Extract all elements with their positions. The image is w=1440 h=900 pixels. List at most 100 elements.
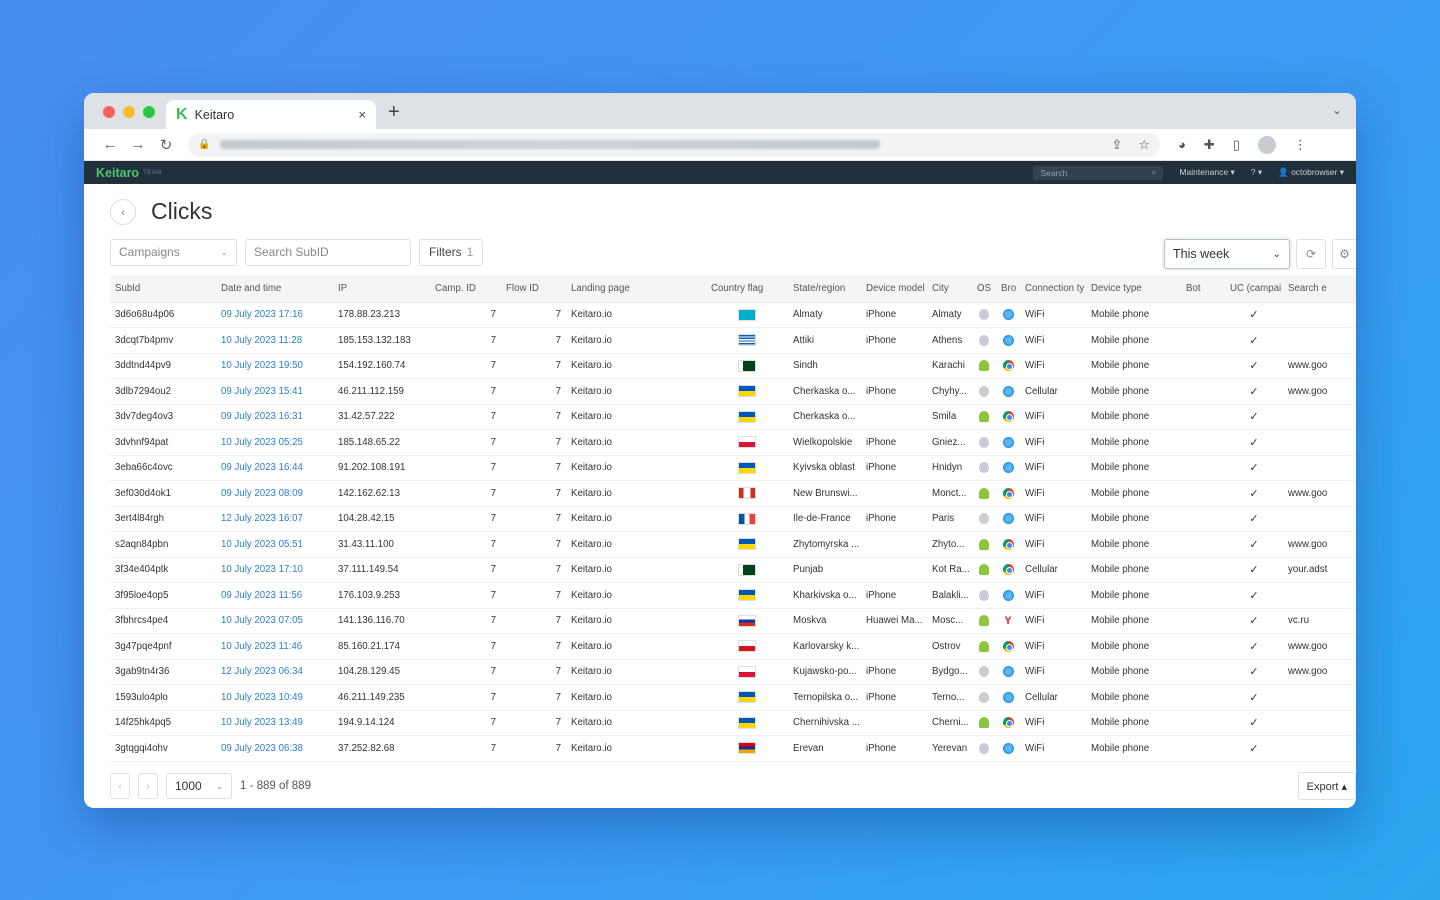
date-link[interactable]: 10 July 2023 07:05 — [216, 608, 333, 634]
back-arrow-icon[interactable]: ← — [96, 136, 124, 153]
page-size-select[interactable]: 1000 ⌄ — [166, 773, 232, 799]
column-header[interactable]: IP — [333, 275, 430, 303]
maximize-window-button[interactable] — [143, 106, 155, 118]
date-link[interactable]: 10 July 2023 10:49 — [216, 684, 333, 711]
kebab-menu-icon[interactable]: ⋮ — [1294, 137, 1307, 153]
column-header[interactable]: UC (campai — [1225, 275, 1283, 303]
column-header[interactable]: OS — [972, 275, 996, 303]
campaigns-select[interactable]: Campaigns ⌄ — [110, 238, 237, 266]
close-tab-icon[interactable]: × — [358, 107, 366, 122]
table-row[interactable]: 3ddtnd44pv9 10 July 2023 19:50 154.192.160… — [110, 353, 1356, 379]
period-select[interactable]: This week ⌄ — [1164, 239, 1290, 269]
date-link[interactable]: 10 July 2023 05:51 — [216, 531, 333, 558]
user-menu[interactable]: 👤 octobrowser ▾ — [1278, 167, 1344, 178]
column-header[interactable]: Search e — [1283, 275, 1356, 303]
table-row[interactable]: 1593ulo4plo 10 July 2023 10:49 46.211.149.… — [110, 684, 1356, 711]
date-link[interactable]: 10 July 2023 19:50 — [216, 353, 333, 379]
browser-tab[interactable]: K Keitaro × — [166, 100, 376, 129]
date-link[interactable]: 09 July 2023 11:56 — [216, 582, 333, 609]
date-link[interactable]: 09 July 2023 06:38 — [216, 735, 333, 762]
date-link[interactable]: 09 July 2023 17:16 — [216, 302, 333, 328]
column-header[interactable]: Device type — [1086, 275, 1181, 303]
back-button[interactable]: ‹ — [110, 198, 136, 225]
sidepanel-icon[interactable]: ▯ — [1233, 137, 1240, 153]
uc-cell: ✓ — [1225, 353, 1283, 379]
export-button[interactable]: Export ▴ — [1297, 772, 1356, 800]
column-header[interactable]: Flow ID — [501, 275, 566, 303]
table-row[interactable]: 3g47pqe4pnf 10 July 2023 11:46 85.160.21.1… — [110, 633, 1356, 660]
table-row[interactable]: 3gab9tn4r36 12 July 2023 06:34 104.28.129.… — [110, 659, 1356, 685]
device-type-cell: Mobile phone — [1086, 302, 1181, 328]
filters-button[interactable]: Filters 1 — [419, 238, 484, 266]
puzzle-icon[interactable]: ✚ — [1204, 137, 1215, 153]
table-header-row: SubId Date and time IP Camp. ID Flow ID Landi… — [110, 275, 1356, 303]
table-row[interactable]: 3dlb7294ou2 09 July 2023 15:41 46.211.112.… — [110, 378, 1356, 405]
profile-avatar-icon[interactable] — [1257, 135, 1276, 154]
brand-logo[interactable]: Keitaro — [96, 166, 139, 180]
date-link[interactable]: 10 July 2023 11:46 — [216, 633, 333, 660]
column-header[interactable]: Connection ty — [1020, 275, 1086, 303]
date-link[interactable]: 10 July 2023 11:28 — [216, 327, 333, 354]
subid-cell: 3ddtnd44pv9 — [110, 353, 216, 379]
date-link[interactable]: 09 July 2023 15:41 — [216, 378, 333, 405]
help-menu[interactable]: ? ▾ — [1251, 167, 1262, 178]
flag-ua-icon — [738, 538, 756, 551]
column-header[interactable]: Date and time — [216, 275, 333, 303]
table-row[interactable]: 3d6o68u4p06 09 July 2023 17:16 178.88.23.2… — [110, 302, 1356, 328]
table-row[interactable]: 3gtqgqi4ohv 09 July 2023 06:38 37.252.82.6… — [110, 735, 1356, 762]
share-icon[interactable]: ⇪ — [1111, 137, 1122, 153]
date-link[interactable]: 10 July 2023 17:10 — [216, 557, 333, 583]
table-row[interactable]: 3f34e404ptk 10 July 2023 17:10 37.111.149.… — [110, 557, 1356, 583]
address-bar[interactable]: 🔒 ⇪ ☆ — [188, 132, 1160, 157]
date-link[interactable]: 09 July 2023 16:44 — [216, 455, 333, 481]
table-row[interactable]: 3f95loe4op5 09 July 2023 11:56 176.103.9.2… — [110, 582, 1356, 609]
maintenance-menu[interactable]: Maintenance ▾ — [1179, 167, 1234, 178]
table-row[interactable]: 3ert4l84rgh 12 July 2023 16:07 104.28.42.1… — [110, 506, 1356, 532]
country-flag-cell — [706, 659, 788, 685]
column-header[interactable]: Country flag — [706, 275, 788, 303]
date-link[interactable]: 12 July 2023 06:34 — [216, 659, 333, 685]
bot-cell — [1181, 429, 1225, 456]
column-header[interactable]: Landing page — [566, 275, 706, 303]
table-row[interactable]: 14f25hk4pq5 10 July 2023 13:49 194.9.14.12… — [110, 710, 1356, 736]
column-header[interactable]: Device model — [861, 275, 927, 303]
chevron-right-icon: › — [146, 780, 150, 792]
column-header[interactable]: Bot — [1181, 275, 1225, 303]
close-window-button[interactable] — [103, 106, 115, 118]
header-search-input[interactable]: Search ⌕ — [1033, 165, 1164, 180]
table-row[interactable]: 3dvhnf94pat 10 July 2023 05:25 185.148.65.… — [110, 429, 1356, 456]
table-row[interactable]: s2aqn84pbn 10 July 2023 05:51 31.43.11.100… — [110, 531, 1356, 558]
table-row[interactable]: 3eba66c4ovc 09 July 2023 16:44 91.202.108.… — [110, 455, 1356, 481]
column-header[interactable]: Camp. ID — [430, 275, 501, 303]
bookmark-star-icon[interactable]: ☆ — [1138, 137, 1150, 153]
settings-button[interactable]: ⚙ — [1332, 239, 1356, 269]
table-row[interactable]: 3fbhrcs4pe4 10 July 2023 07:05 141.136.116… — [110, 608, 1356, 634]
refresh-button[interactable]: ⟳ — [1296, 239, 1326, 269]
date-link[interactable]: 09 July 2023 16:31 — [216, 404, 333, 430]
table-row[interactable]: 3dv7deg4ov3 09 July 2023 16:31 31.42.57.22… — [110, 404, 1356, 430]
search-subid-input[interactable]: Search SubID — [245, 238, 411, 266]
browser-cell — [996, 455, 1020, 481]
os-cell — [972, 327, 996, 354]
reload-icon[interactable]: ↻ — [152, 136, 180, 154]
date-link[interactable]: 12 July 2023 16:07 — [216, 506, 333, 532]
prev-page-button[interactable]: ‹ — [110, 773, 130, 799]
tab-search-chevron-icon[interactable]: ⌄ — [1332, 103, 1342, 117]
date-link[interactable]: 10 July 2023 05:25 — [216, 429, 333, 456]
column-header[interactable]: State/region — [788, 275, 861, 303]
date-link[interactable]: 09 July 2023 08:09 — [216, 480, 333, 507]
column-header[interactable]: Bro — [996, 275, 1020, 303]
table-row[interactable]: 3dcqt7b4pmv 10 July 2023 11:28 185.153.132… — [110, 327, 1356, 354]
extension-icon[interactable]: ◕ — [1178, 137, 1186, 152]
connection-cell: WiFi — [1020, 531, 1086, 558]
date-link[interactable]: 10 July 2023 13:49 — [216, 710, 333, 736]
forward-arrow-icon[interactable]: → — [124, 136, 152, 153]
column-header[interactable]: City — [927, 275, 972, 303]
minimize-window-button[interactable] — [123, 106, 135, 118]
table-row[interactable]: 3ef030d4ok1 09 July 2023 08:09 142.162.62.… — [110, 480, 1356, 507]
new-tab-button[interactable]: + — [388, 101, 400, 124]
apple-icon — [979, 742, 989, 754]
column-header[interactable]: SubId — [110, 275, 216, 303]
next-page-button[interactable]: › — [138, 773, 158, 799]
campaign-id-cell: 7 — [430, 531, 501, 558]
